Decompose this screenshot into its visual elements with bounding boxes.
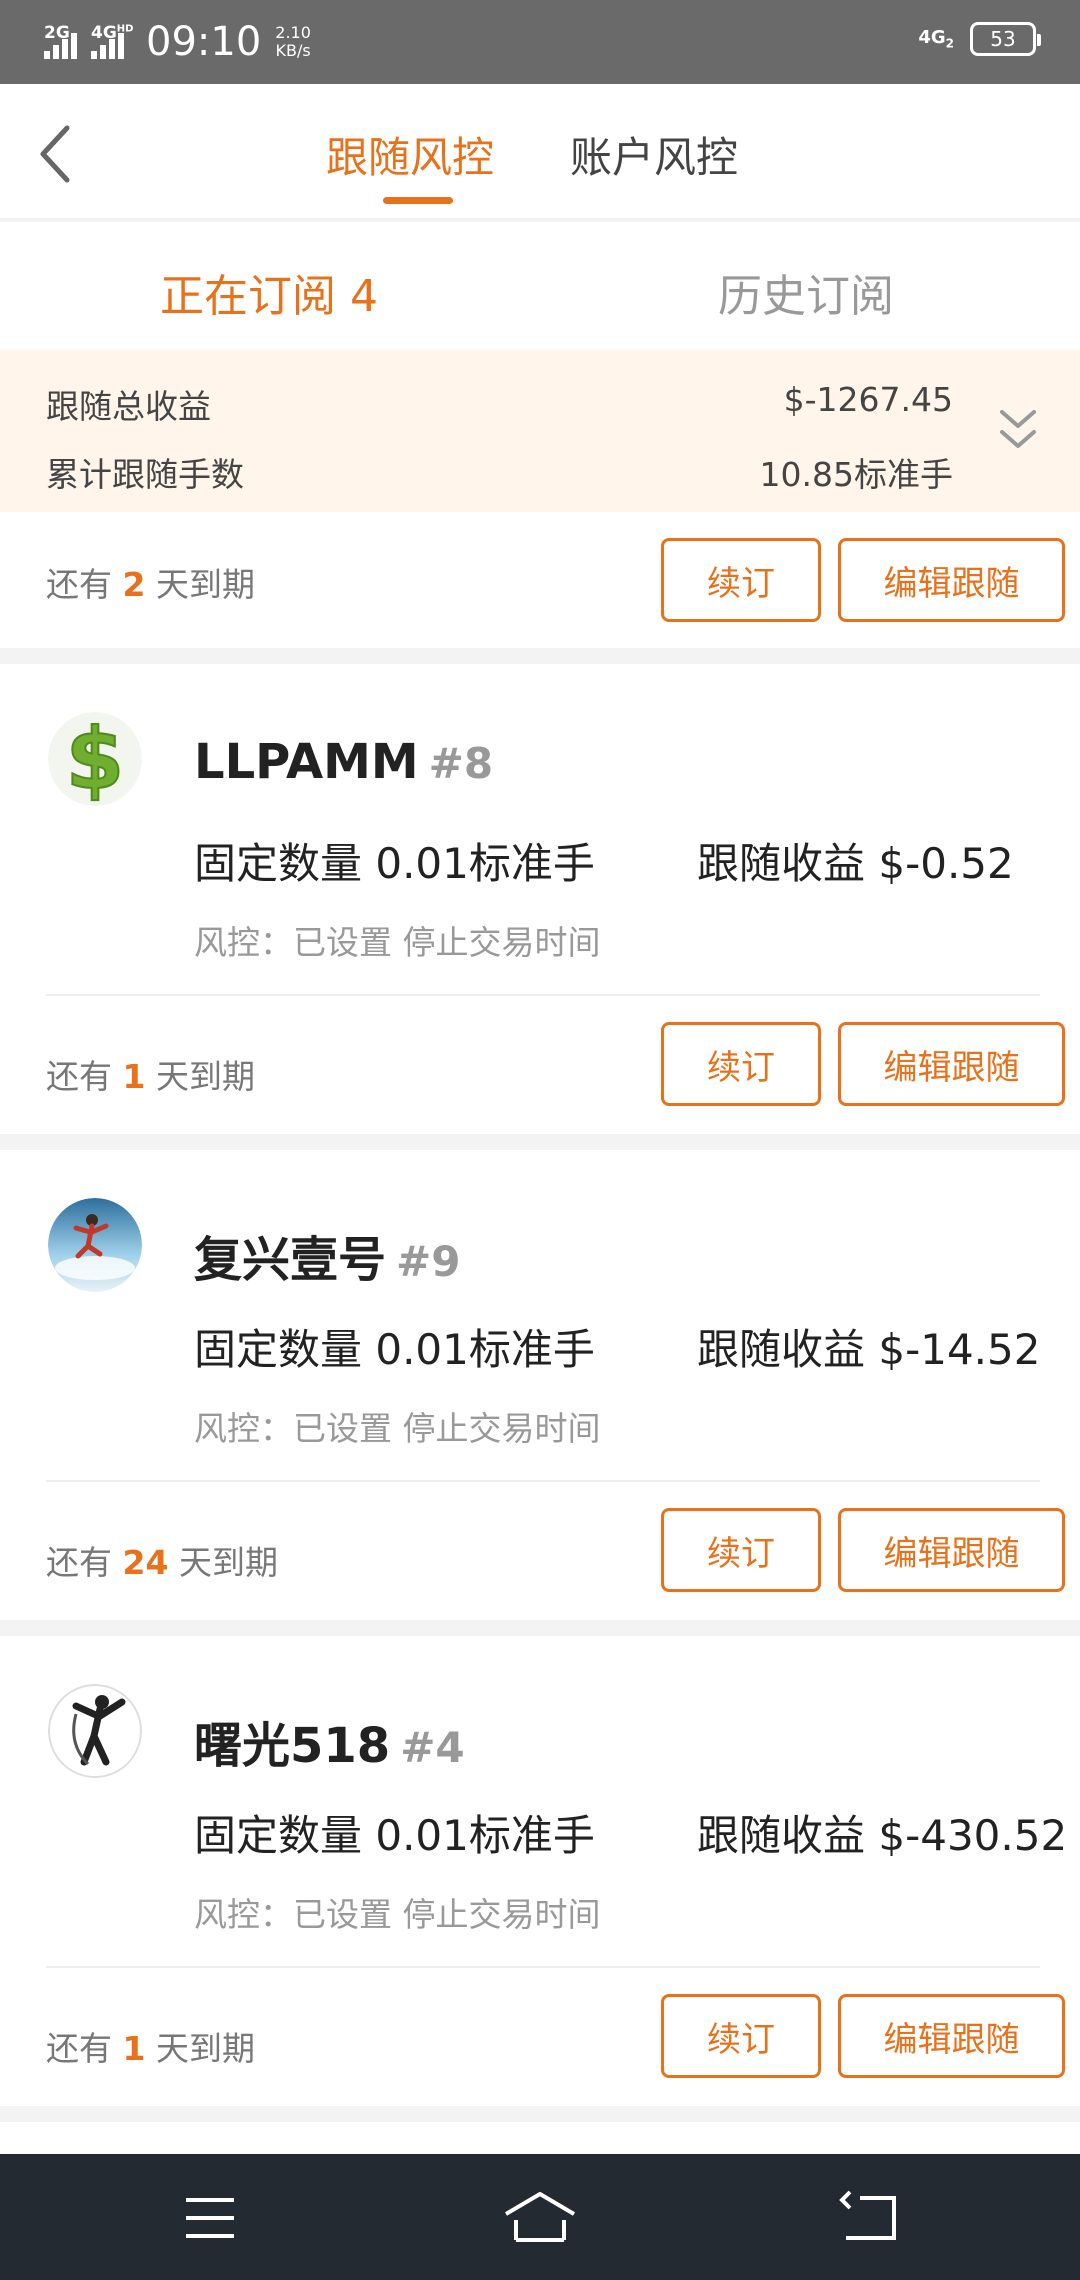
status-bar: 2G 4GHD 09:10 2.10 KB/s 4G2 53: [0, 0, 1080, 84]
edit-follow-button[interactable]: 编辑跟随: [838, 1508, 1065, 1592]
follow-profit: 跟随收益 $-14.52: [697, 1325, 1041, 1374]
fixed-lots: 固定数量 0.01标准手: [194, 839, 595, 888]
menu-icon[interactable]: [170, 2190, 250, 2246]
expiry-row: 还有 2 天到期 续订 编辑跟随: [0, 512, 1080, 648]
double-chevron-down-icon[interactable]: [996, 406, 1040, 456]
expiry-text: 还有 1 天到期: [46, 2029, 255, 2068]
signal-4g-label: 4GHD: [91, 23, 134, 43]
tab-follow-risk[interactable]: 跟随风控: [326, 124, 494, 185]
fixed-lots: 固定数量 0.01标准手: [194, 1811, 595, 1860]
expiry-text: 还有 2 天到期: [46, 565, 255, 604]
active-tab-indicator: [383, 197, 453, 204]
subscription-card-partial: [0, 2122, 1080, 2154]
renew-button[interactable]: 续订: [661, 538, 821, 622]
risk-status: 风控：已设置 停止交易时间: [194, 1409, 601, 1448]
risk-status: 风控：已设置 停止交易时间: [194, 923, 601, 962]
fixed-lots: 固定数量 0.01标准手: [194, 1325, 595, 1374]
trader-name: 曙光518 #4: [194, 1718, 465, 1774]
follow-profit: 跟随收益 $-430.52: [697, 1811, 1068, 1860]
renew-button[interactable]: 续订: [661, 1022, 821, 1106]
subscription-card[interactable]: 复兴壹号 #9 固定数量 0.01标准手 跟随收益 $-14.52 风控：已设置 …: [0, 1150, 1080, 1620]
subscription-card[interactable]: 曙光518 #4 固定数量 0.01标准手 跟随收益 $-430.52 风控：已设…: [0, 1636, 1080, 2106]
network-speed: 2.10 KB/s: [275, 23, 311, 60]
signal-2g-icon: 2G: [44, 23, 77, 59]
lots-value: 10.85标准手: [759, 455, 953, 494]
trader-name: LLPAMM #8: [194, 734, 494, 790]
expiry-row: 还有 1 天到期 续订 编辑跟随: [0, 1968, 1080, 2118]
expiry-row: 还有 24 天到期 续订 编辑跟随: [0, 1482, 1080, 1632]
subscription-card[interactable]: $ LLPAMM #8 固定数量 0.01标准手 跟随收益 $-0.52 风控：已…: [0, 664, 1080, 1134]
signal-4g-icon: 4GHD: [91, 23, 133, 59]
risk-status: 风控：已设置 停止交易时间: [194, 1895, 601, 1934]
expiry-text: 还有 24 天到期: [46, 1543, 278, 1582]
renew-button[interactable]: 续订: [661, 1994, 821, 2078]
svg-text:$: $: [66, 712, 124, 806]
follow-profit: 跟随收益 $-0.52: [697, 839, 1014, 888]
edit-follow-button[interactable]: 编辑跟随: [838, 1994, 1065, 2078]
top-nav: 跟随风控 账户风控: [0, 84, 1080, 220]
lots-label: 累计跟随手数: [46, 455, 244, 494]
edit-follow-button[interactable]: 编辑跟随: [838, 1022, 1065, 1106]
trader-name: 复兴壹号 #9: [194, 1232, 461, 1288]
expiry-row: 还有 1 天到期 续订 编辑跟随: [0, 996, 1080, 1146]
edit-follow-button[interactable]: 编辑跟随: [838, 538, 1065, 622]
battery-icon: 53: [970, 22, 1041, 56]
avatar: [48, 1684, 142, 1778]
total-profit-value: $-1267.45: [783, 380, 953, 419]
tab-account-risk[interactable]: 账户风控: [570, 124, 738, 185]
system-nav-bar: [0, 2154, 1080, 2280]
expiry-text: 还有 1 天到期: [46, 1057, 255, 1096]
total-profit-label: 跟随总收益: [46, 387, 211, 426]
network-type-icon: 4G2: [918, 27, 954, 51]
home-icon[interactable]: [500, 2190, 580, 2246]
chevron-left-icon[interactable]: [24, 118, 84, 190]
avatar: $: [48, 712, 142, 806]
avatar: [48, 1198, 142, 1292]
subscription-tabs: 正在订阅 4 历史订阅: [0, 222, 1080, 350]
tab-current-subscriptions[interactable]: 正在订阅 4: [160, 260, 378, 324]
back-arrow-icon[interactable]: [830, 2190, 910, 2246]
signal-2g-label: 2G: [44, 23, 70, 43]
renew-button[interactable]: 续订: [661, 1508, 821, 1592]
follow-summary: 跟随总收益 $-1267.45 累计跟随手数 10.85标准手: [0, 350, 1080, 512]
clock: 09:10: [146, 19, 262, 65]
tab-history-subscriptions[interactable]: 历史订阅: [718, 260, 894, 324]
